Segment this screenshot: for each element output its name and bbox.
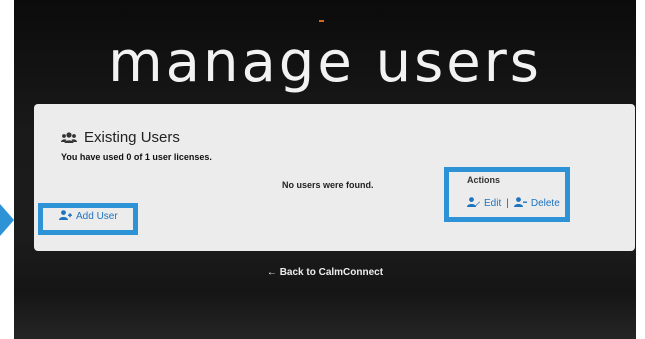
- page-title: manage users: [108, 30, 542, 95]
- heading-label: Existing Users: [84, 129, 180, 146]
- existing-users-heading: Existing Users: [61, 129, 180, 146]
- license-usage-text: You have used 0 of 1 user licenses.: [61, 152, 212, 162]
- top-accent-mark: [319, 20, 324, 22]
- actions-highlight-box: [444, 167, 570, 222]
- pointer-arrow-icon: [0, 204, 14, 236]
- add-user-highlight-box: [38, 203, 138, 235]
- back-to-calmconnect-link[interactable]: ← Back to CalmConnect: [267, 267, 383, 278]
- users-group-icon: [61, 131, 77, 144]
- back-link-row: ← Back to CalmConnect: [14, 267, 636, 278]
- empty-state-text: No users were found.: [282, 180, 374, 190]
